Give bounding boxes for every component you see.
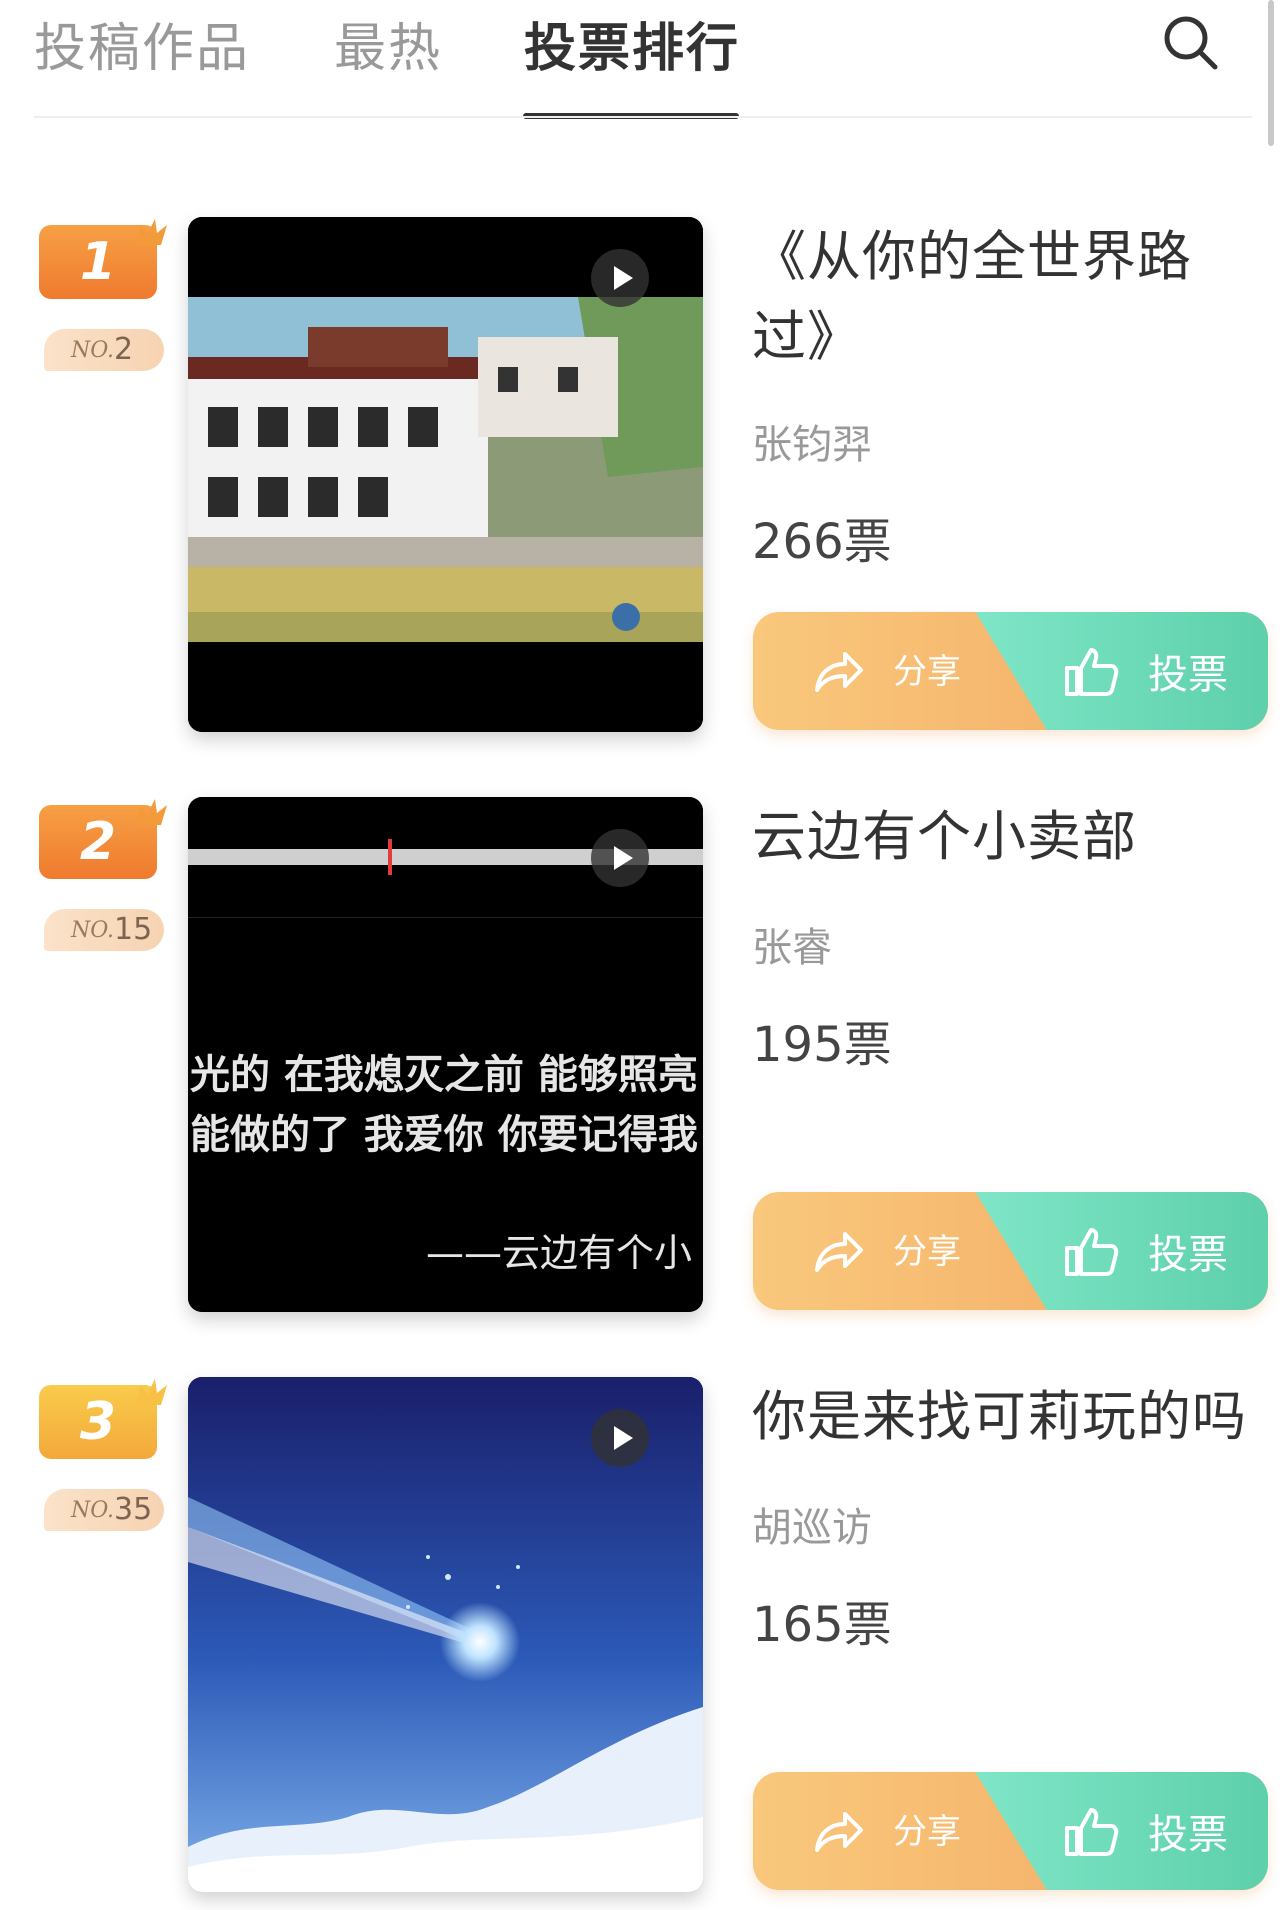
- thumbs-up-icon: [1065, 1228, 1119, 1276]
- vote-label: 投票: [1148, 652, 1228, 698]
- submission-number-badge: NO. 15: [44, 909, 164, 951]
- submission-number-badge: NO. 2: [44, 329, 164, 371]
- scrollbar[interactable]: [1268, 0, 1274, 146]
- vote-count: 165票: [752, 1597, 892, 1653]
- author-name: 胡巡访: [752, 1505, 872, 1551]
- rank-badge: 3: [39, 1379, 167, 1459]
- work-title[interactable]: 你是来找可莉玩的吗: [752, 1377, 1252, 1457]
- video-thumbnail[interactable]: [188, 1377, 703, 1892]
- share-button[interactable]: 分享: [813, 612, 973, 730]
- thumbs-up-icon: [1065, 648, 1119, 696]
- play-icon[interactable]: [591, 249, 649, 307]
- tab-hottest[interactable]: 最热: [334, 6, 442, 81]
- submission-number-badge: NO. 35: [44, 1489, 164, 1531]
- vote-label: 投票: [1148, 1232, 1228, 1278]
- vote-count: 195票: [752, 1017, 892, 1073]
- tab-vote-ranking[interactable]: 投票排行: [524, 6, 740, 81]
- share-label: 分享: [893, 652, 961, 692]
- subtitle-line: 光的 在我熄灭之前 能够照亮: [190, 1052, 698, 1098]
- thumbs-up-icon: [1065, 1808, 1119, 1856]
- author-name: 张睿: [752, 925, 832, 971]
- play-icon[interactable]: [591, 829, 649, 887]
- rank-badge: 2: [39, 799, 167, 879]
- work-title[interactable]: 云边有个小卖部: [752, 797, 1252, 877]
- ranking-item: 2 NO. 15 光的 在我熄灭之前 能够照亮 能做的了 我爱你 你要记得我 —…: [0, 797, 1280, 1317]
- video-thumbnail[interactable]: [188, 217, 703, 732]
- author-name: 张钧羿: [752, 422, 872, 468]
- subtitle-line: 能做的了 我爱你 你要记得我: [190, 1112, 698, 1158]
- action-bar: 分享 投票: [753, 1772, 1268, 1890]
- rank-badge: 1: [39, 219, 167, 299]
- share-label: 分享: [893, 1812, 961, 1852]
- ranking-item: 3 NO. 35 你是来找可莉玩的吗 胡巡访 165票 分享 投票: [0, 1377, 1280, 1897]
- no-prefix: NO.: [71, 338, 114, 363]
- tab-divider: [34, 116, 1252, 118]
- action-bar: 分享 投票: [753, 612, 1268, 730]
- rank-number: 3: [79, 1392, 117, 1452]
- subtitle-credit: ——云边有个小: [426, 1231, 693, 1275]
- share-arrow-icon: [815, 1232, 863, 1272]
- tab-bar: 投稿作品 最热 投票排行: [0, 0, 1280, 120]
- share-button[interactable]: 分享: [813, 1772, 973, 1890]
- share-arrow-icon: [815, 1812, 863, 1852]
- no-value: 15: [114, 912, 153, 947]
- vote-button[interactable]: 投票: [1063, 612, 1243, 730]
- search-button[interactable]: [1160, 12, 1220, 72]
- play-icon[interactable]: [591, 1409, 649, 1467]
- tab-submissions[interactable]: 投稿作品: [34, 6, 250, 81]
- vote-button[interactable]: 投票: [1063, 1192, 1243, 1310]
- no-value: 2: [114, 332, 134, 367]
- no-value: 35: [114, 1492, 153, 1527]
- video-thumbnail[interactable]: 光的 在我熄灭之前 能够照亮 能做的了 我爱你 你要记得我 ——云边有个小: [188, 797, 703, 1312]
- vote-count: 266票: [752, 514, 892, 570]
- vote-label: 投票: [1148, 1812, 1228, 1858]
- rank-number: 2: [79, 812, 117, 872]
- no-prefix: NO.: [71, 1498, 114, 1523]
- search-icon: [1164, 16, 1218, 70]
- vote-button[interactable]: 投票: [1063, 1772, 1243, 1890]
- share-label: 分享: [893, 1232, 961, 1272]
- rank-number: 1: [79, 232, 117, 292]
- share-arrow-icon: [815, 652, 863, 692]
- action-bar: 分享 投票: [753, 1192, 1268, 1310]
- work-title[interactable]: 《从你的全世界路过》: [752, 217, 1252, 377]
- ranking-item: 1 NO. 2 《从你的全世界路过》 张钧羿 266票 分享 投票: [0, 217, 1280, 737]
- no-prefix: NO.: [71, 918, 114, 943]
- share-button[interactable]: 分享: [813, 1192, 973, 1310]
